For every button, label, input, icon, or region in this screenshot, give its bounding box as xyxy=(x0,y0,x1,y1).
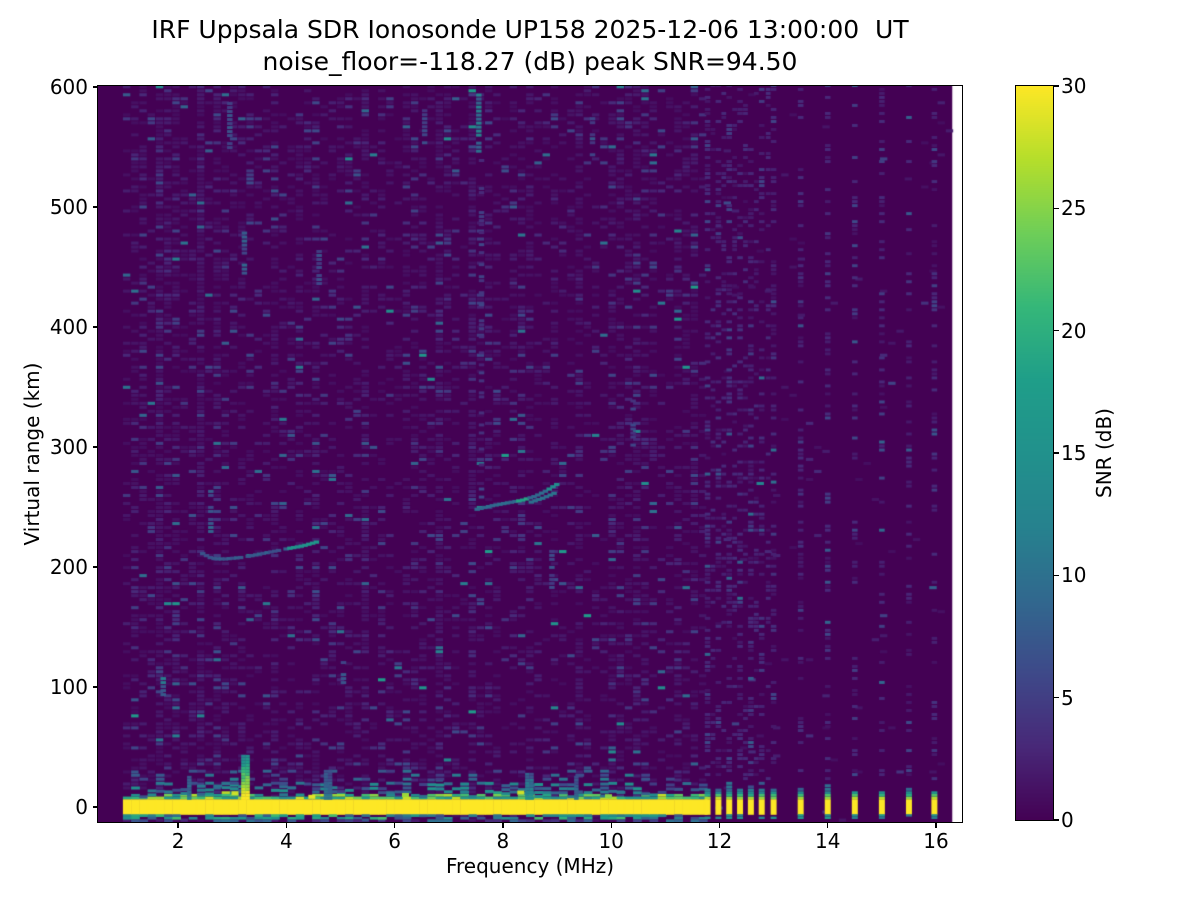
x-tick-mark xyxy=(935,823,937,828)
x-tick-mark xyxy=(718,823,721,828)
y-tick-label: 400 xyxy=(49,315,88,340)
x-tick-label: 2 xyxy=(171,829,185,853)
y-tick-mark xyxy=(93,566,98,568)
colorbar-tick-label: 5 xyxy=(1061,685,1074,710)
y-tick-label: 0 xyxy=(75,795,88,819)
ionogram-figure: IRF Uppsala SDR Ionosonde UP158 2025-12-… xyxy=(0,0,1200,900)
colorbar-tick-label: 20 xyxy=(1061,318,1087,343)
y-tick-label: 500 xyxy=(49,195,88,220)
y-tick-label: 300 xyxy=(49,435,88,460)
y-tick-label: 100 xyxy=(49,675,88,700)
x-tick-mark xyxy=(827,823,829,828)
x-tick-label: 16 xyxy=(923,829,949,853)
x-tick-label: 6 xyxy=(388,829,402,853)
y-tick-label: 600 xyxy=(49,75,88,100)
ionogram-heatmap xyxy=(98,86,962,822)
colorbar-tick-mark xyxy=(1054,819,1059,821)
x-tick-label: 4 xyxy=(280,829,293,853)
y-tick-mark xyxy=(93,206,98,208)
x-tick-mark xyxy=(285,823,288,828)
x-tick-mark xyxy=(393,823,396,828)
colorbar-tick-label: 15 xyxy=(1061,441,1087,465)
y-tick-mark xyxy=(93,446,98,448)
x-tick-label: 14 xyxy=(815,829,841,853)
colorbar-tick-label: 25 xyxy=(1061,196,1087,221)
y-tick-mark xyxy=(93,806,98,808)
x-tick-label: 8 xyxy=(496,829,510,853)
colorbar-gradient xyxy=(1016,86,1053,820)
x-axis-label: Frequency (MHz) xyxy=(445,854,615,878)
y-tick-mark xyxy=(93,86,98,88)
colorbar-tick-mark xyxy=(1054,207,1059,210)
colorbar-tick-label: 10 xyxy=(1061,563,1087,588)
y-tick-mark xyxy=(93,326,98,328)
y-tick-mark xyxy=(93,686,98,688)
x-tick-mark xyxy=(610,823,612,828)
colorbar-tick-mark xyxy=(1054,85,1059,87)
colorbar-tick-mark xyxy=(1054,574,1059,577)
colorbar-tick-label: 30 xyxy=(1061,74,1087,98)
x-tick-label: 12 xyxy=(706,829,733,853)
x-tick-label: 10 xyxy=(598,829,624,853)
colorbar-tick-mark xyxy=(1054,696,1059,699)
colorbar-tick-label: 0 xyxy=(1061,808,1074,832)
colorbar-tick-mark xyxy=(1054,329,1059,332)
x-tick-mark xyxy=(177,823,179,828)
x-tick-mark xyxy=(502,823,504,828)
colorbar-tick-mark xyxy=(1054,452,1059,454)
y-tick-label: 200 xyxy=(49,555,88,580)
chart-subtitle: noise_floor=-118.27 (dB) peak SNR=94.50 xyxy=(262,47,798,76)
chart-title: IRF Uppsala SDR Ionosonde UP158 2025-12-… xyxy=(151,15,909,44)
